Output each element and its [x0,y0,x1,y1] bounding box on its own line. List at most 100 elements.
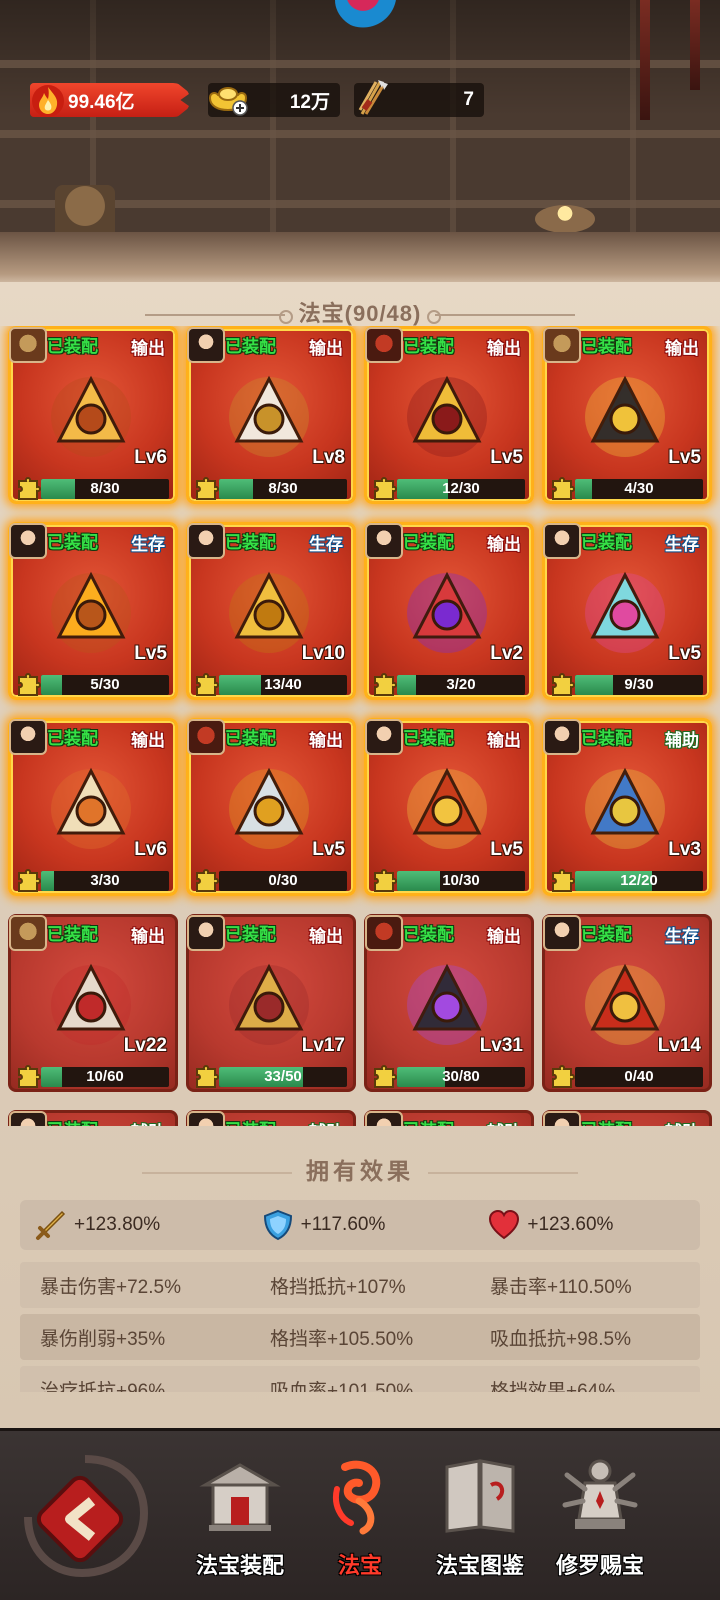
level-label: Lv5 [312,839,345,860]
level-label: Lv5 [134,643,167,664]
treasure-card[interactable]: 已装配 生存 Lv14 0/40 [542,914,712,1092]
fragment-progress-bar: 12/30 [397,479,525,499]
treasure-artwork-icon [407,767,487,849]
stat-lifesteal-resist: 吸血抵抗+98.5% [490,1328,631,1350]
level-label: Lv31 [479,1035,523,1056]
treasure-grid: 已装配 输出 Lv6 8/30 已装配 输出 Lv8 8/30 已装配 输出 Lv5 12/30 已装配… [8,326,712,1126]
stats-row: 暴伤削弱+35% 格挡率+105.50% 吸血抵抗+98.5% [20,1314,700,1360]
role-tag: 输出 [131,731,165,750]
nav-treasure-label: 法宝 [337,1553,382,1578]
hero-avatar [187,327,225,363]
treasure-card[interactable]: 已装配 输出 Lv5 0/30 [186,718,356,896]
puzzle-piece-icon [18,477,41,500]
level-label: Lv6 [134,447,167,468]
role-tag: 生存 [665,927,699,946]
treasure-card[interactable]: 已装配 辅助 Lv3 12/20 [542,718,712,896]
hero-avatar [9,327,47,363]
level-label: Lv5 [490,839,523,860]
puzzle-piece-icon [374,673,397,696]
treasure-count-title: 法宝(90/48) [298,301,422,326]
gold-currency[interactable]: 12万 [208,82,340,118]
nav-asura-gift[interactable]: 修罗赐宝 [540,1449,660,1589]
role-tag: 输出 [309,339,343,358]
fragment-progress-bar: 3/30 [41,871,169,891]
role-tag: 生存 [665,535,699,554]
stat-block-effect: 格挡效果+64% [490,1380,616,1393]
stat-block-rate: 格挡率+105.50% [270,1328,414,1350]
equipped-label: 已装配 [581,925,632,944]
treasure-card[interactable]: 已装配 生存 Lv5 9/30 [542,522,712,700]
fragment-progress-bar: 30/80 [397,1067,525,1087]
hp-stat: +123.60% [473,1208,700,1242]
sub-stats-list[interactable]: 暴击伤害+72.5% 格挡抵抗+107% 暴击率+110.50% 暴伤削弱+35… [20,1262,700,1392]
equipped-label: 已装配 [47,925,98,944]
role-tag: 输出 [487,927,521,946]
treasure-artwork-icon [585,767,665,849]
level-label: Lv3 [668,839,701,860]
fragment-progress-bar: 0/40 [575,1067,703,1087]
treasure-card[interactable]: 已装配 输出 Lv5 12/30 [364,326,534,504]
puzzle-piece-icon [18,869,41,892]
equipped-label: 已装配 [403,533,454,552]
hp-value: +123.60% [527,1214,614,1235]
hero-avatar [543,915,581,951]
treasure-artwork-icon [51,375,131,457]
progress-text: 13/40 [264,676,302,693]
hero-avatar [9,719,47,755]
header-background [0,0,720,290]
equipped-label: 已装配 [47,729,98,748]
treasure-card[interactable]: 已装配 生存 Lv10 13/40 [186,522,356,700]
treasure-artwork-icon [229,375,309,457]
fragment-progress-bar: 33/50 [219,1067,347,1087]
treasure-card[interactable]: 已装配 输出 Lv6 8/30 [8,326,178,504]
progress-text: 10/30 [442,872,480,889]
treasure-card[interactable]: 已装配 辅助 [186,1110,356,1126]
treasure-artwork-icon [229,767,309,849]
back-arrow-icon[interactable] [20,1451,150,1581]
treasure-card[interactable]: 已装配 输出 Lv22 10/60 [8,914,178,1092]
treasure-swirl-icon [333,1460,381,1535]
level-label: Lv14 [657,1035,701,1056]
level-label: Lv6 [134,839,167,860]
role-tag: 生存 [131,535,165,554]
treasure-card[interactable]: 已装配 输出 Lv8 8/30 [186,326,356,504]
treasure-card[interactable]: 已装配 输出 Lv5 10/30 [364,718,534,896]
power-currency[interactable]: 99.46亿 [30,82,190,118]
treasure-card[interactable]: 已装配 生存 Lv5 5/30 [8,522,178,700]
progress-text: 4/30 [624,480,654,497]
stats-row: 暴击伤害+72.5% 格挡抵抗+107% 暴击率+110.50% [20,1262,700,1308]
treasure-card[interactable]: 已装配 辅助 [364,1110,534,1126]
stat-crit-damage: 暴击伤害+72.5% [40,1276,181,1298]
treasure-card[interactable]: 已装配 输出 Lv17 33/50 [186,914,356,1092]
heart-icon [489,1209,520,1240]
treasure-card[interactable]: 已装配 输出 Lv6 3/30 [8,718,178,896]
nav-treasure-equip[interactable]: 法宝装配 [180,1449,300,1589]
fragment-progress-bar: 9/30 [575,675,703,695]
puzzle-piece-icon [374,1065,397,1088]
treasure-grid-scroll[interactable]: 已装配 输出 Lv6 8/30 已装配 输出 Lv8 8/30 已装配 输出 Lv5 12/30 已装配… [0,326,720,1126]
role-tag: 生存 [309,535,343,554]
treasure-card[interactable]: 已装配 输出 Lv2 3/20 [364,522,534,700]
treasure-card[interactable]: 已装配 辅助 [8,1110,178,1126]
treasure-card[interactable]: 已装配 辅助 [542,1110,712,1126]
nav-treasure-codex[interactable]: 法宝图鉴 [420,1449,540,1589]
role-tag: 辅助 [483,1117,525,1126]
role-tag: 输出 [487,339,521,358]
nav-treasure[interactable]: 法宝 [300,1449,420,1589]
hero-avatar [543,327,581,363]
hero-avatar [365,327,403,363]
level-label: Lv5 [490,447,523,468]
arrow-currency[interactable]: 7 [354,80,484,118]
puzzle-piece-icon [552,1065,575,1088]
treasure-card[interactable]: 已装配 输出 Lv5 4/30 [542,326,712,504]
fragment-progress-bar: 8/30 [219,479,347,499]
equipped-label: 已装配 [225,1116,276,1126]
role-tag: 辅助 [127,1117,169,1126]
progress-text: 3/20 [446,676,476,693]
treasure-card[interactable]: 已装配 输出 Lv31 30/80 [364,914,534,1092]
puzzle-piece-icon [552,673,575,696]
hero-avatar [187,523,225,559]
hero-avatar [9,1111,47,1126]
app-logo [335,0,405,30]
progress-text: 0/30 [268,872,298,889]
